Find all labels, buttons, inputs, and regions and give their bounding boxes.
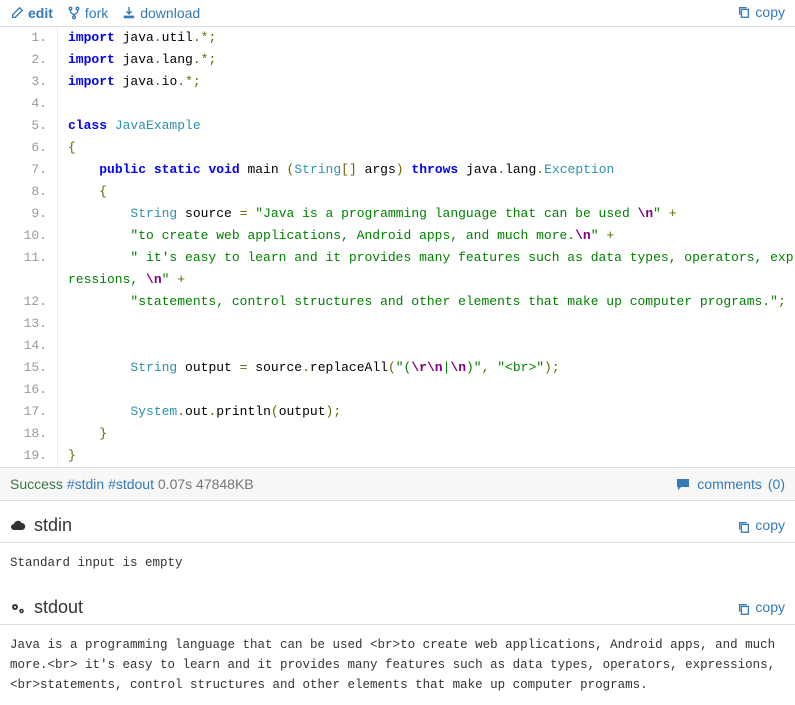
toolbar-right: copy (737, 4, 785, 22)
copy-code-button[interactable]: copy (737, 4, 785, 20)
stdin-body: Standard input is empty (0, 543, 795, 583)
code-content (58, 93, 795, 115)
line-number: 14. (0, 335, 58, 357)
line-number: 12. (0, 291, 58, 313)
line-number: 3. (0, 71, 58, 93)
comments-count: (0) (768, 476, 785, 492)
edit-label: edit (28, 5, 53, 21)
code-line: 11. " it's easy to learn and it provides… (0, 247, 795, 291)
code-line: 15. String output = source.replaceAll("(… (0, 357, 795, 379)
fork-label: fork (85, 5, 108, 21)
copy-icon (737, 5, 751, 19)
copy-label: copy (755, 517, 785, 533)
code-content: class JavaExample (58, 115, 795, 137)
code-content (58, 379, 795, 401)
status-bar: Success #stdin #stdout 0.07s 47848KB com… (0, 468, 795, 501)
stdout-header: stdout copy (0, 583, 795, 625)
line-number: 6. (0, 137, 58, 159)
code-line: 17. System.out.println(output); (0, 401, 795, 423)
code-line: 3.import java.io.*; (0, 71, 795, 93)
code-content (58, 335, 795, 357)
download-icon (122, 6, 136, 20)
line-number: 19. (0, 445, 58, 467)
comments-link[interactable]: comments (0) (675, 476, 785, 492)
line-number: 4. (0, 93, 58, 115)
code-viewer: 1.import java.util.*;2.import java.lang.… (0, 27, 795, 468)
stdin-hash-link[interactable]: #stdin (67, 476, 104, 492)
status-success: Success (10, 476, 63, 492)
download-button[interactable]: download (122, 5, 200, 21)
copy-label: copy (755, 599, 785, 615)
code-line: 4. (0, 93, 795, 115)
line-number: 16. (0, 379, 58, 401)
copy-label: copy (755, 4, 785, 20)
code-content: import java.io.*; (58, 71, 795, 93)
code-line: 13. (0, 313, 795, 335)
line-number: 1. (0, 27, 58, 49)
line-number: 17. (0, 401, 58, 423)
copy-icon (737, 520, 751, 534)
code-content: "to create web applications, Android app… (58, 225, 795, 247)
code-line: 9. String source = "Java is a programmin… (0, 203, 795, 225)
copy-stdout-button[interactable]: copy (737, 599, 785, 615)
download-label: download (140, 5, 200, 21)
code-content: import java.lang.*; (58, 49, 795, 71)
edit-button[interactable]: edit (10, 5, 53, 21)
code-line: 16. (0, 379, 795, 401)
code-content: System.out.println(output); (58, 401, 795, 423)
comment-icon (675, 476, 691, 492)
stdout-body: Java is a programming language that can … (0, 625, 795, 705)
code-line: 8. { (0, 181, 795, 203)
code-content: { (58, 181, 795, 203)
toolbar: edit fork download copy (0, 0, 795, 27)
code-content: { (58, 137, 795, 159)
code-line: 18. } (0, 423, 795, 445)
code-content: import java.util.*; (58, 27, 795, 49)
cloud-icon (10, 518, 26, 534)
code-line: 19.} (0, 445, 795, 467)
code-line: 7. public static void main (String[] arg… (0, 159, 795, 181)
code-content: String output = source.replaceAll("(\r\n… (58, 357, 795, 379)
copy-icon (737, 602, 751, 616)
code-content: } (58, 445, 795, 467)
fork-button[interactable]: fork (67, 5, 108, 21)
code-line: 10. "to create web applications, Android… (0, 225, 795, 247)
status-memory: 47848KB (196, 476, 254, 492)
stdin-label: stdin (34, 515, 72, 536)
stdout-label: stdout (34, 597, 83, 618)
stdout-hash-link[interactable]: #stdout (108, 476, 154, 492)
edit-icon (10, 6, 24, 20)
code-line: 5.class JavaExample (0, 115, 795, 137)
line-number: 9. (0, 203, 58, 225)
copy-stdin-button[interactable]: copy (737, 517, 785, 533)
code-content: " it's easy to learn and it provides man… (58, 247, 795, 291)
status-time: 0.07s (158, 476, 192, 492)
code-content (58, 313, 795, 335)
gears-icon (10, 600, 26, 616)
code-line: 14. (0, 335, 795, 357)
toolbar-left: edit fork download (10, 5, 200, 21)
line-number: 5. (0, 115, 58, 137)
line-number: 10. (0, 225, 58, 247)
code-content: public static void main (String[] args) … (58, 159, 795, 181)
line-number: 11. (0, 247, 58, 291)
comments-label: comments (697, 476, 762, 492)
code-line: 12. "statements, control structures and … (0, 291, 795, 313)
line-number: 15. (0, 357, 58, 379)
code-line: 2.import java.lang.*; (0, 49, 795, 71)
code-content: "statements, control structures and othe… (58, 291, 795, 313)
fork-icon (67, 6, 81, 20)
stdin-header: stdin copy (0, 501, 795, 543)
code-content: } (58, 423, 795, 445)
line-number: 13. (0, 313, 58, 335)
line-number: 7. (0, 159, 58, 181)
line-number: 2. (0, 49, 58, 71)
code-line: 1.import java.util.*; (0, 27, 795, 49)
code-line: 6.{ (0, 137, 795, 159)
line-number: 8. (0, 181, 58, 203)
line-number: 18. (0, 423, 58, 445)
code-content: String source = "Java is a programming l… (58, 203, 795, 225)
